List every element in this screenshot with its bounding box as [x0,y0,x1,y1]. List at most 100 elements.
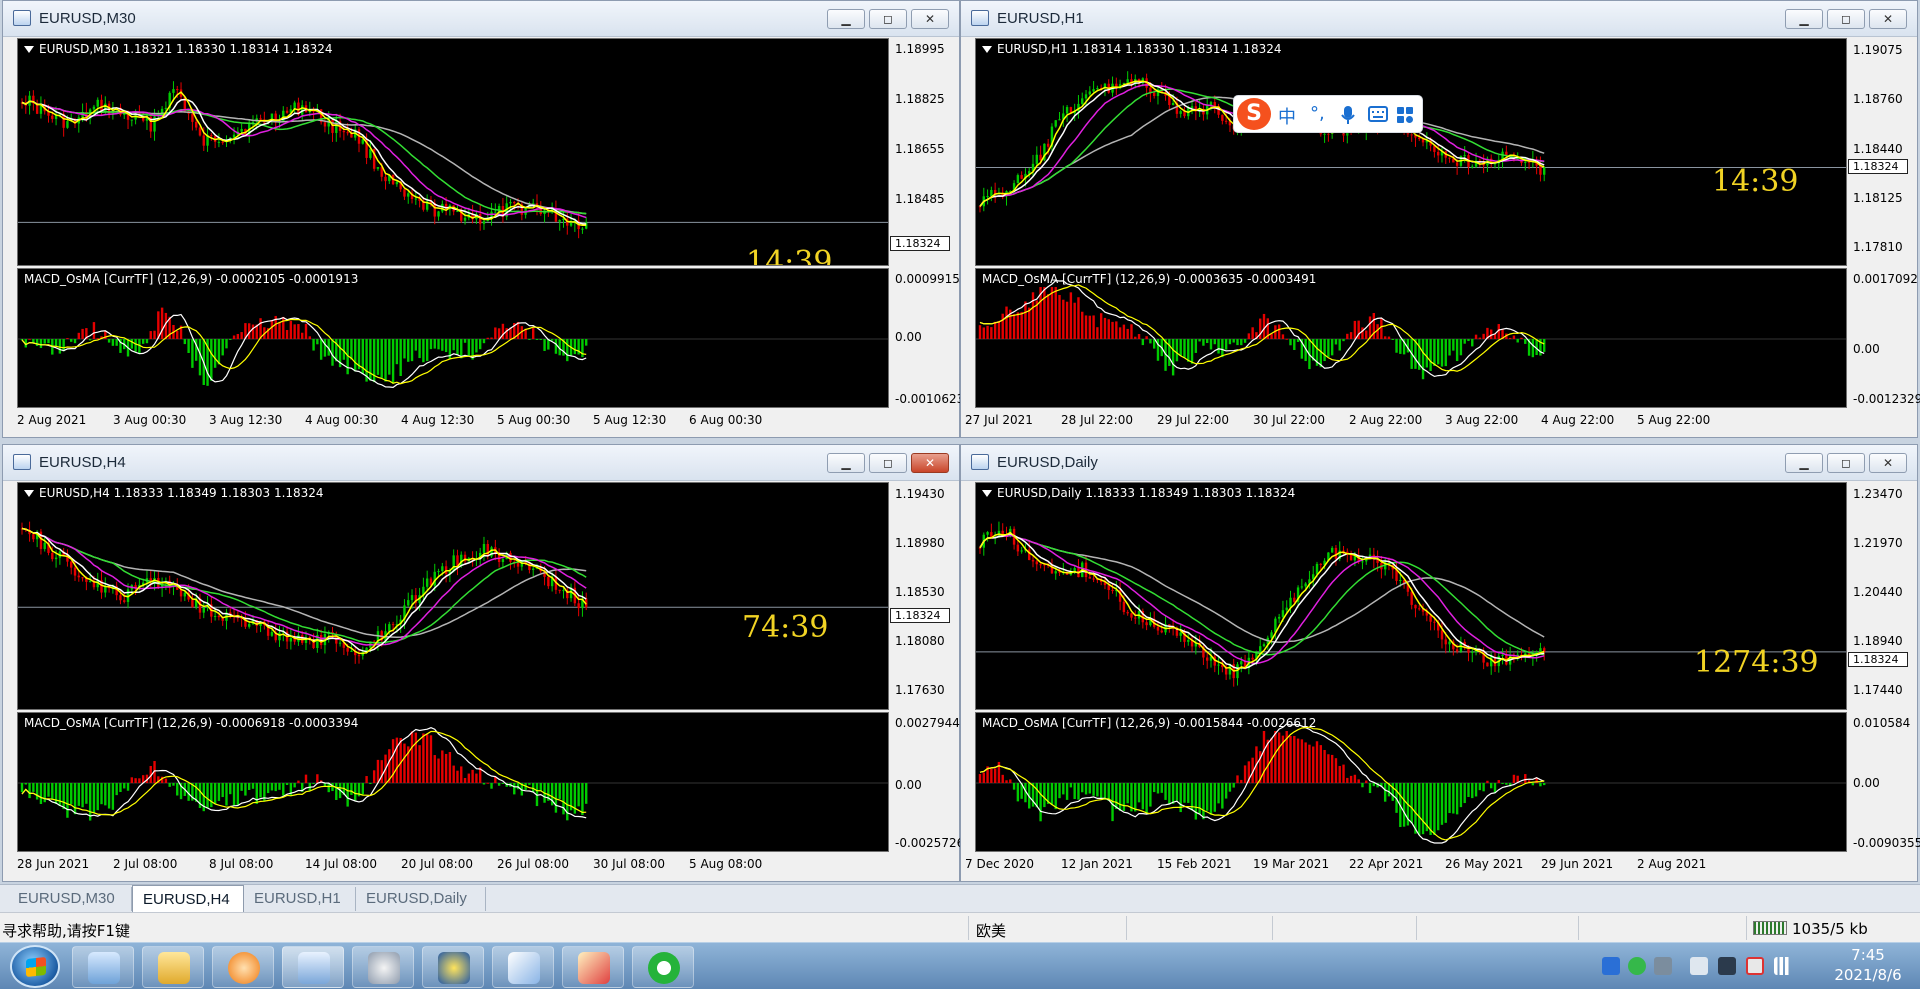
price-scale[interactable]: 1.18995 1.18825 1.18655 1.18485 1.18324 [889,38,959,266]
macd-histogram-bar [20,783,24,793]
sogou-logo-icon[interactable]: S [1237,98,1271,130]
monitor-icon[interactable] [1718,957,1736,975]
oscillator-area[interactable]: MACD_OsMA [CurrTF] (12,26,9) -0.0002105 … [17,268,889,408]
oscillator-scale[interactable]: 0.0017092 0.00 -0.0012329 [1847,268,1920,408]
taskbar-app[interactable] [632,946,694,988]
macd-histogram-bar [1387,336,1391,339]
status-divider [1416,916,1417,940]
tab-eurusd-h1[interactable]: EURUSD,H1 [244,887,356,911]
close-button[interactable]: ✕ [911,453,949,473]
oscillator-area[interactable]: MACD_OsMA [CurrTF] (12,26,9) -0.0006918 … [17,712,889,852]
taskbar-app[interactable] [72,946,134,988]
dropdown-triangle-icon[interactable] [24,490,34,497]
dropdown-triangle-icon[interactable] [982,46,992,53]
macd-histogram-bar [1202,339,1205,346]
wechat-tray-icon[interactable] [1628,957,1646,975]
taskbar-app[interactable] [142,946,204,988]
maximize-button[interactable]: ◻ [869,9,907,29]
taskbar-app[interactable] [492,946,554,988]
mute-icon[interactable] [1746,957,1764,975]
macd-histogram-bar [1152,783,1156,793]
candle-body [403,189,406,197]
candle-body [221,141,224,143]
microphone-icon[interactable] [1340,105,1356,125]
minimize-button[interactable]: ▁ [1785,9,1823,29]
minimize-button[interactable]: ▁ [827,9,865,29]
macd-histogram-bar [316,774,319,783]
tab-eurusd-daily[interactable]: EURUSD,Daily [356,887,486,911]
window-titlebar[interactable]: EURUSD,Daily ▁ ◻ ✕ [961,445,1917,481]
window-titlebar[interactable]: EURUSD,H4 ▁ ◻ ✕ [3,445,959,481]
osc-tick: -0.0010623 [895,392,965,406]
minimize-button[interactable]: ▁ [1785,453,1823,473]
price-chart-area[interactable]: EURUSD,Daily 1.18333 1.18349 1.18303 1.1… [975,482,1847,710]
macd-histogram-bar [1296,738,1300,783]
taskbar-app[interactable] [562,946,624,988]
window-titlebar[interactable]: EURUSD,M30 ▁ ◻ ✕ [3,1,959,37]
taskbar-app[interactable] [422,946,484,988]
dropdown-triangle-icon[interactable] [982,490,992,497]
start-button[interactable] [10,945,60,988]
oscillator-scale[interactable]: 0.0009915 0.00 -0.0010623 [889,268,964,408]
system-clock[interactable]: 7:45 2021/8/6 [1828,945,1908,985]
macd-histogram-bar [1122,324,1126,339]
candle-body [569,223,573,226]
taskbar-app[interactable] [352,946,414,988]
chart-window-h1[interactable]: EURUSD,H1 ▁ ◻ ✕ EURUSD,H1 1.18314 1.1833… [960,0,1920,438]
window-titlebar[interactable]: EURUSD,H1 ▁ ◻ ✕ [961,1,1917,37]
chart-window-m30[interactable]: EURUSD,M30 ▁ ◻ ✕ EURUSD,M30 1.18321 1.18… [2,0,964,438]
macd-histogram-bar [456,770,459,783]
candle-body [978,547,982,549]
profile-name[interactable]: 欧美 [976,920,1006,941]
taskbar-app-active[interactable] [282,946,344,988]
price-scale[interactable]: 1.23470 1.21970 1.20440 1.18940 1.18324 … [1847,482,1917,710]
ime-punctuation-toggle[interactable]: °, [1310,103,1325,124]
speaker-icon[interactable] [1690,957,1708,975]
macd-histogram-bar [1062,783,1065,795]
candle-body [1190,106,1194,109]
close-button[interactable]: ✕ [1869,453,1907,473]
oscillator-area[interactable]: MACD_OsMA [CurrTF] (12,26,9) -0.0003635 … [975,268,1847,408]
dropdown-triangle-icon[interactable] [24,46,34,53]
antenna-icon[interactable] [1654,957,1672,975]
maximize-button[interactable]: ◻ [1827,453,1865,473]
ime-toolbar[interactable]: S 中 °, [1233,95,1423,133]
keyboard-icon[interactable] [1368,106,1388,122]
toolbox-icon[interactable] [1396,106,1414,124]
chart-window-daily[interactable]: EURUSD,Daily ▁ ◻ ✕ EURUSD,Daily 1.18333 … [960,444,1920,882]
macd-histogram-bar [410,731,414,783]
price-chart-area[interactable]: EURUSD,H4 1.18333 1.18349 1.18303 1.1832… [17,482,889,710]
signal-icon[interactable] [1774,957,1792,975]
maximize-button[interactable]: ◻ [1827,9,1865,29]
macd-histogram-bar [1467,339,1470,342]
oscillator-scale[interactable]: 0.010584 0.00 -0.0090355 [1847,712,1920,852]
status-divider [1578,916,1579,940]
taskbar-app[interactable] [212,946,274,988]
candle-body [414,198,418,200]
ime-mode-toggle[interactable]: 中 [1278,103,1296,129]
candle-body [1293,597,1296,602]
oscillator-area[interactable]: MACD_OsMA [CurrTF] (12,26,9) -0.0015844 … [975,712,1847,852]
chart-window-h4[interactable]: EURUSD,H4 ▁ ◻ ✕ EURUSD,H4 1.18333 1.1834… [2,444,964,882]
macd-histogram-bar [1134,336,1137,339]
tab-eurusd-h4[interactable]: EURUSD,H4 [132,885,244,913]
close-button[interactable]: ✕ [1869,9,1907,29]
minimize-button[interactable]: ▁ [827,453,865,473]
price-chart-area[interactable]: EURUSD,H1 1.18314 1.18330 1.18314 1.1832… [975,38,1847,266]
macd-histogram-bar [134,778,137,783]
oscillator-scale[interactable]: 0.0027944 0.00 -0.0025726 [889,712,964,852]
price-chart-area[interactable]: EURUSD,M30 1.18321 1.18330 1.18314 1.183… [17,38,889,266]
macd-histogram-bar [316,339,319,345]
macd-histogram-bar [1198,783,1201,815]
shield-icon[interactable] [1602,957,1620,975]
maximize-button[interactable]: ◻ [869,453,907,473]
close-button[interactable]: ✕ [911,9,949,29]
macd-histogram-bar [1421,339,1425,380]
macd-histogram-bar [1209,783,1213,815]
price-scale[interactable]: 1.19075 1.18760 1.18440 1.18324 1.18125 … [1847,38,1917,266]
tab-eurusd-m30[interactable]: EURUSD,M30 [8,887,132,911]
macd-histogram-bar [1062,299,1065,339]
price-scale[interactable]: 1.19430 1.18980 1.18530 1.18324 1.18080 … [889,482,959,710]
macd-histogram-bar [236,783,240,806]
macd-histogram-bar [490,337,493,339]
